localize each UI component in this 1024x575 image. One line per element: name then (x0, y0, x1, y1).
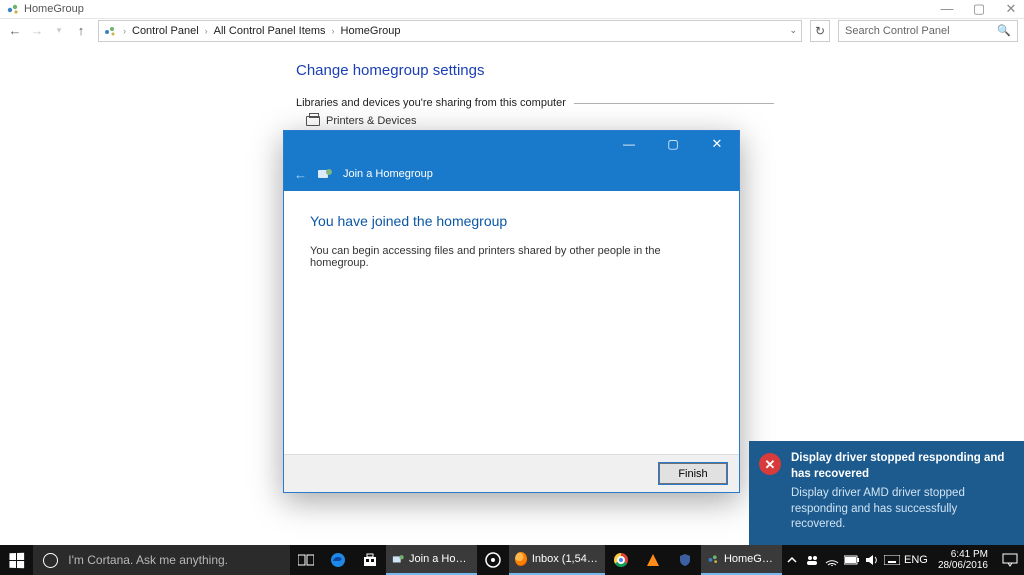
edge-icon (330, 552, 346, 568)
section-divider (574, 103, 774, 104)
language-indicator[interactable]: ENG (902, 545, 930, 575)
explorer-toolbar: ← → ▾ ↑ › Control Panel › All Control Pa… (0, 18, 1024, 42)
explorer-content: Change homegroup settings Libraries and … (0, 42, 1024, 127)
taskbar-app-homegroup[interactable]: HomeGroup (701, 545, 782, 575)
taskbar-app-store[interactable] (354, 545, 386, 575)
search-input[interactable]: Search Control Panel 🔍 (838, 20, 1018, 42)
keyboard-icon[interactable] (882, 545, 902, 575)
taskbar-app-edge[interactable] (322, 545, 354, 575)
network-icon[interactable] (822, 545, 842, 575)
taskbar-app-join-homegroup[interactable]: Join a Home... (386, 545, 477, 575)
clock-date: 28/06/2016 (938, 560, 988, 572)
task-view-button[interactable] (290, 545, 322, 575)
firefox-icon (515, 552, 527, 566)
chevron-right-icon: › (205, 26, 208, 36)
start-button[interactable] (0, 545, 33, 575)
join-homegroup-dialog: — ▢ ✕ ← Join a Homegroup You have joined… (283, 130, 740, 493)
dialog-close-button[interactable]: ✕ (695, 131, 739, 157)
homegroup-icon (6, 2, 20, 16)
toast-body: Display driver AMD driver stopped respon… (791, 486, 1010, 533)
taskbar-label: Join a Home... (409, 553, 471, 565)
maximize-button[interactable]: ▢ (972, 1, 986, 17)
dialog-titlebar[interactable]: — ▢ ✕ (284, 131, 739, 157)
minimize-button[interactable]: — (940, 1, 954, 17)
dialog-minimize-button[interactable]: — (607, 131, 651, 157)
people-icon[interactable] (802, 545, 822, 575)
system-tray: ENG 6:41 PM 28/06/2016 (782, 545, 1024, 575)
homegroup-icon (103, 24, 117, 38)
store-icon (362, 552, 378, 568)
dialog-maximize-button[interactable]: ▢ (651, 131, 695, 157)
taskbar-clock[interactable]: 6:41 PM 28/06/2016 (930, 549, 996, 572)
chevron-right-icon: › (332, 26, 335, 36)
homegroup-icon (317, 166, 333, 182)
sharing-section-label: Libraries and devices you're sharing fro… (296, 97, 566, 109)
volume-icon[interactable] (862, 545, 882, 575)
error-icon: ✕ (759, 453, 781, 475)
shared-item-row: Printers & Devices (306, 115, 1024, 127)
dialog-title: Join a Homegroup (343, 168, 433, 180)
search-icon: 🔍 (997, 24, 1011, 37)
tray-overflow-button[interactable] (782, 545, 802, 575)
recent-locations-button[interactable]: ▾ (50, 22, 68, 40)
cortana-search-input[interactable]: I'm Cortana. Ask me anything. (33, 545, 290, 575)
finish-button[interactable]: Finish (659, 463, 727, 484)
breadcrumb[interactable]: Control Panel (132, 25, 199, 37)
address-bar[interactable]: › Control Panel › All Control Panel Item… (98, 20, 802, 42)
homegroup-wizard-icon (392, 552, 404, 566)
task-view-icon (298, 554, 314, 566)
breadcrumb[interactable]: All Control Panel Items (214, 25, 326, 37)
dialog-footer: Finish (284, 454, 739, 492)
address-dropdown-button[interactable]: ⌄ (789, 25, 797, 36)
taskbar-app-utility[interactable] (669, 545, 701, 575)
taskbar-app-chrome[interactable] (605, 545, 637, 575)
window-title: HomeGroup (24, 3, 84, 15)
windows-logo-icon (10, 552, 25, 568)
cortana-icon (43, 553, 58, 568)
action-center-button[interactable] (996, 545, 1024, 575)
groove-icon (485, 552, 501, 568)
notification-toast[interactable]: ✕ Display driver stopped responding and … (749, 441, 1024, 545)
cortana-placeholder: I'm Cortana. Ask me anything. (68, 553, 228, 567)
window-titlebar: HomeGroup — ▢ ✕ (0, 0, 1024, 18)
search-placeholder: Search Control Panel (845, 25, 950, 37)
chrome-icon (614, 553, 628, 567)
dialog-content: You have joined the homegroup You can be… (284, 191, 739, 291)
dialog-back-button[interactable]: ← (294, 167, 307, 182)
chevron-right-icon: › (123, 26, 126, 36)
refresh-button[interactable]: ↻ (810, 20, 830, 42)
taskbar-label: HomeGroup (724, 553, 776, 565)
vlc-icon (647, 554, 659, 566)
action-center-icon (1002, 553, 1018, 567)
clock-time: 6:41 PM (938, 549, 988, 561)
toast-title: Display driver stopped responding and ha… (791, 451, 1010, 482)
battery-icon[interactable] (842, 545, 862, 575)
close-button[interactable]: ✕ (1004, 1, 1018, 17)
taskbar-app-groove[interactable] (477, 545, 509, 575)
homegroup-icon (707, 552, 719, 566)
breadcrumb[interactable]: HomeGroup (341, 25, 401, 37)
taskbar-app-vlc[interactable] (637, 545, 669, 575)
dialog-heading: You have joined the homegroup (310, 213, 713, 229)
shield-icon (678, 553, 692, 567)
taskbar-app-firefox[interactable]: Inbox (1,548) ... (509, 545, 605, 575)
dialog-header: ← Join a Homegroup (284, 157, 739, 191)
shared-item-label: Printers & Devices (326, 115, 416, 127)
back-button[interactable]: ← (6, 22, 24, 40)
up-button[interactable]: ↑ (72, 22, 90, 40)
dialog-body-text: You can begin accessing files and printe… (310, 245, 713, 269)
page-heading[interactable]: Change homegroup settings (296, 62, 1024, 79)
printer-icon (306, 116, 320, 126)
taskbar-label: Inbox (1,548) ... (532, 553, 599, 565)
taskbar: I'm Cortana. Ask me anything. Join a Hom… (0, 545, 1024, 575)
forward-button[interactable]: → (28, 22, 46, 40)
